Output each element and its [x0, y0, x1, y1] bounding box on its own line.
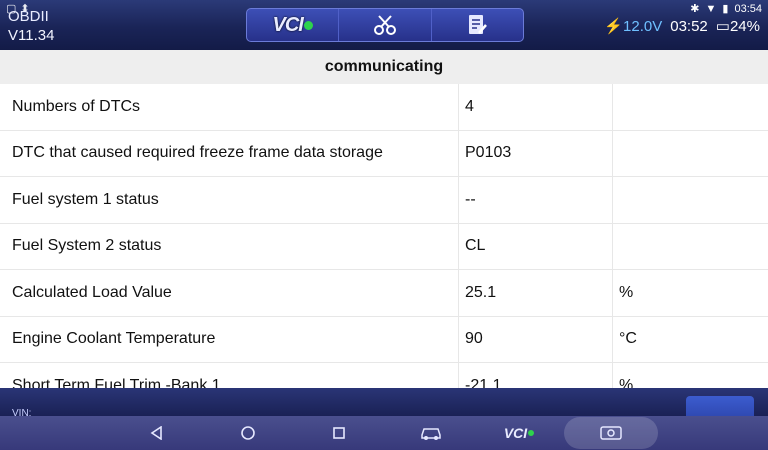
parameter-unit: % [619, 283, 634, 301]
vci-label: VCI [272, 13, 303, 36]
app-version: V11.34 [8, 27, 55, 44]
footer-bar: VIN: [0, 388, 768, 420]
home-icon [241, 426, 255, 440]
scissors-icon [373, 15, 396, 35]
home-button[interactable] [233, 416, 263, 450]
parameter-value: -21.1 [459, 363, 613, 388]
parameter-name: DTC that caused required freeze frame da… [0, 130, 459, 176]
parameter-unit [613, 84, 768, 130]
back-button[interactable] [142, 416, 172, 450]
camera-icon [600, 426, 622, 440]
parameter-name: Numbers of DTCs [0, 84, 459, 130]
parameter-name: Short Term Fuel Trim -Bank 1 [0, 363, 459, 388]
parameter-name: Engine Coolant Temperature [0, 316, 459, 362]
parameter-name: Fuel system 1 status [0, 177, 459, 223]
table-row[interactable]: Engine Coolant Temperature 90 °C [0, 316, 768, 363]
toolbar: VCI [246, 8, 524, 42]
car-icon [421, 428, 441, 440]
system-time: 03:54 [734, 2, 762, 15]
parameter-unit [613, 177, 768, 223]
parameter-name: Calculated Load Value [0, 270, 459, 316]
report-button[interactable] [432, 9, 523, 41]
table-row[interactable]: Fuel System 2 status CL [0, 223, 768, 270]
battery-icon: ▮ [722, 3, 729, 15]
system-status-right: ✱ ▼ ▮ 03:54 [690, 2, 762, 16]
app-name: OBDII [8, 8, 49, 25]
voltage-indicator: ⚡12.0V [604, 17, 662, 35]
bluetooth-icon: ✱ [690, 3, 700, 15]
battery-level-icon: ▭ [715, 18, 730, 35]
vci-nav-dot [528, 430, 535, 436]
scissors-button[interactable] [339, 9, 432, 41]
car-button[interactable] [414, 416, 448, 450]
vci-nav-label: VCI [503, 425, 528, 441]
vci-button[interactable]: VCI [247, 9, 340, 41]
parameter-name: Fuel System 2 status [0, 223, 459, 269]
parameter-unit [613, 131, 768, 177]
parameter-unit: °C [619, 330, 637, 348]
table-row[interactable]: Calculated Load Value 25.1 % [0, 270, 768, 317]
parameter-value: 4 [459, 84, 613, 130]
top-bar: ▢ ⬍ OBDII V11.34 VCI ✱ ▼ ▮ 03:54 ⚡12.0V … [0, 0, 768, 50]
wifi-icon: ▼ [705, 2, 717, 15]
parameter-unit: % [619, 376, 634, 388]
table-row[interactable]: DTC that caused required freeze frame da… [0, 130, 768, 177]
live-data-table[interactable]: Numbers of DTCs 4 DTC that caused requir… [0, 84, 768, 388]
screenshot-button[interactable] [564, 417, 658, 449]
table-row[interactable]: Short Term Fuel Trim -Bank 1 -21.1 % [0, 363, 768, 388]
section-title: communicating [0, 50, 768, 84]
parameter-unit [613, 224, 768, 270]
recents-button[interactable] [324, 416, 354, 450]
battery-percent: 24% [729, 18, 760, 35]
recents-icon [333, 427, 345, 439]
parameter-value: 90 [459, 316, 613, 362]
table-row[interactable]: Numbers of DTCs 4 [0, 84, 768, 131]
parameter-value: -- [459, 177, 613, 223]
voltage-value: 12.0V [623, 18, 663, 35]
app-time: 03:52 [670, 17, 708, 35]
table-row[interactable]: Fuel system 1 status -- [0, 177, 768, 224]
vehicle-status: ⚡12.0V 03:52 ▭24% [604, 17, 760, 36]
parameter-value: 25.1 [459, 270, 613, 316]
vci-connected-dot [303, 20, 313, 30]
system-nav-bar: VCI [0, 416, 768, 450]
back-icon [150, 426, 162, 440]
parameter-value: P0103 [459, 130, 613, 176]
device-battery: ▭24% [716, 17, 760, 35]
bolt-icon: ⚡ [604, 18, 624, 35]
vci-nav-button[interactable]: VCI [502, 416, 536, 450]
parameter-value: CL [459, 223, 613, 269]
document-edit-icon [469, 15, 488, 34]
